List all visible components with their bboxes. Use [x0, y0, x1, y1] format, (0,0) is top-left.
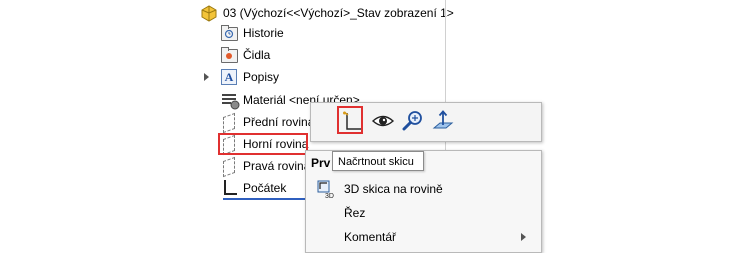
zoom-to-selection-button[interactable]	[401, 109, 425, 133]
tree-item-right-plane[interactable]: Pravá rovina	[220, 156, 310, 176]
material-icon	[220, 91, 240, 110]
sensors-folder-icon	[220, 46, 238, 64]
menu-item-label: Řez	[344, 206, 366, 220]
tree-item-label: Čidla	[243, 48, 271, 62]
part-title: 03 (Výchozí<<Výchozí>_Stav zobrazení 1>	[223, 6, 454, 20]
selected-plane-highlight	[218, 133, 308, 155]
menu-item-label: Komentář	[344, 230, 397, 244]
eye-icon	[371, 115, 395, 127]
tree-item-origin[interactable]: Počátek	[220, 178, 286, 198]
zoom-to-selection-icon	[402, 111, 422, 131]
svg-text:3D: 3D	[325, 193, 334, 199]
sketch-button-highlight	[337, 106, 363, 134]
menu-item-label: 3D skica na rovině	[344, 182, 443, 196]
tree-item-label: Přední rovina	[243, 115, 315, 129]
menu-item-comment[interactable]: Komentář	[316, 226, 536, 248]
history-folder-icon	[220, 24, 238, 42]
tree-item-history[interactable]: Historie	[220, 23, 284, 43]
tree-part-root[interactable]: 03 (Výchozí<<Výchozí>_Stav zobrazení 1>	[200, 3, 454, 23]
tree-item-label: Počátek	[243, 181, 287, 195]
expand-arrow-icon[interactable]	[204, 73, 209, 81]
show-hide-button[interactable]	[371, 109, 395, 133]
part-icon	[200, 4, 218, 22]
menu-header: Prv	[311, 156, 331, 170]
normal-to-icon	[432, 110, 454, 129]
submenu-arrow-icon	[521, 233, 526, 241]
plane-icon	[220, 113, 238, 131]
sketch-tooltip: Načrtnout skicu	[332, 151, 424, 171]
tree-item-label: Historie	[243, 26, 284, 40]
3d-sketch-icon: 3D	[317, 180, 334, 199]
tree-item-label: Popisy	[243, 70, 280, 84]
origin-icon	[220, 179, 238, 197]
tree-item-label: Pravá rovina	[243, 159, 311, 173]
tree-item-sensors[interactable]: Čidla	[220, 45, 270, 65]
annotations-icon	[220, 68, 238, 86]
normal-to-button[interactable]	[431, 109, 455, 133]
tree-item-annotations[interactable]: Popisy	[220, 67, 279, 87]
menu-item-3d-sketch[interactable]: 3D 3D skica na rovině	[316, 178, 536, 200]
tree-item-front-plane[interactable]: Přední rovina	[220, 112, 314, 132]
plane-icon	[220, 157, 238, 175]
menu-item-section[interactable]: Řez	[316, 202, 536, 224]
